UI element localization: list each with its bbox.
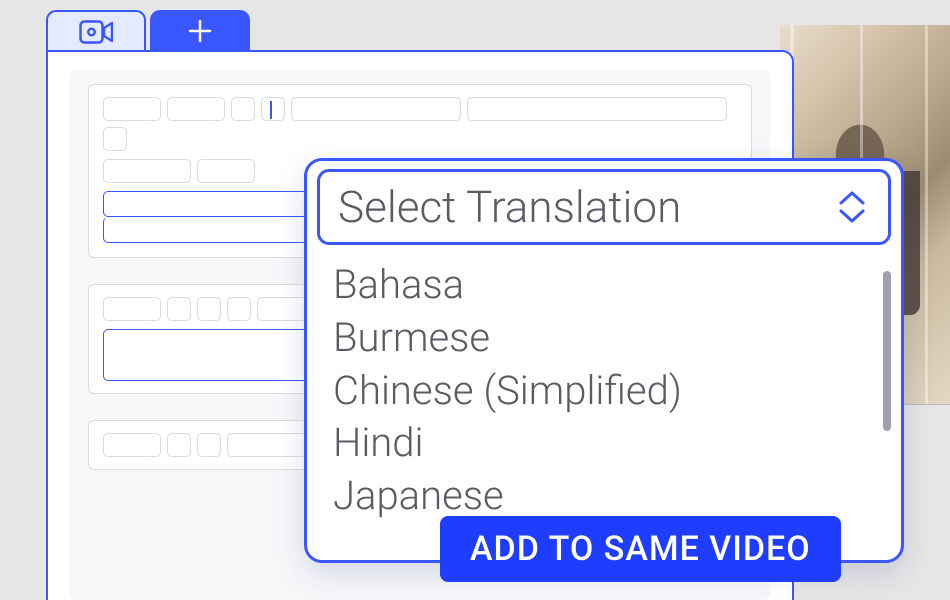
tab-bar (46, 10, 250, 52)
dropdown-placeholder: Select Translation (338, 181, 681, 233)
add-to-same-video-button[interactable]: ADD TO SAME VIDEO (440, 516, 841, 582)
chip (197, 433, 221, 457)
chip (167, 433, 191, 457)
chip (291, 97, 461, 121)
sort-caret-icon (834, 190, 870, 224)
chip (167, 97, 225, 121)
chip (103, 97, 161, 121)
chip (103, 297, 161, 321)
chip (227, 433, 315, 457)
dropdown-option[interactable]: Hindi (333, 417, 873, 470)
chip (103, 433, 161, 457)
video-icon (79, 20, 113, 44)
dropdown-selected[interactable]: Select Translation (317, 169, 891, 245)
chip (197, 159, 255, 183)
dropdown-option[interactable]: Chinese (Simplified) (333, 365, 873, 418)
plus-icon (187, 18, 213, 44)
text-cursor[interactable] (261, 97, 285, 121)
chip (227, 297, 251, 321)
cta-label: ADD TO SAME VIDEO (470, 529, 811, 569)
chip (467, 97, 727, 121)
translation-dropdown[interactable]: Select Translation Bahasa Burmese Chines… (304, 158, 904, 563)
chip (231, 97, 255, 121)
dropdown-option[interactable]: Bahasa (333, 259, 873, 312)
chip (197, 297, 221, 321)
tab-add[interactable] (150, 10, 250, 52)
dropdown-list: Bahasa Burmese Chinese (Simplified) Hind… (307, 245, 901, 523)
tab-video[interactable] (46, 10, 146, 52)
chip (167, 297, 191, 321)
scrollbar-thumb[interactable] (883, 271, 891, 431)
chip (103, 159, 191, 183)
chip (103, 127, 127, 151)
dropdown-option[interactable]: Burmese (333, 312, 873, 365)
